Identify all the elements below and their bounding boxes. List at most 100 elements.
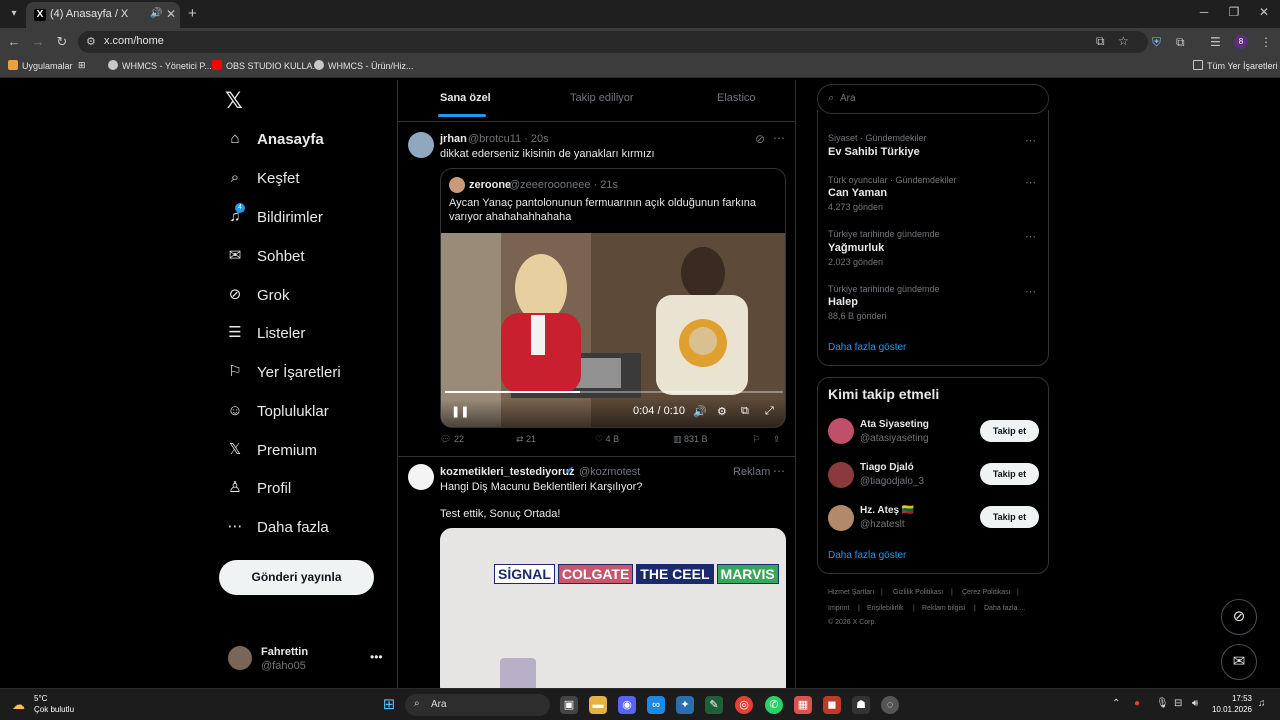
tab-following[interactable]: Takip ediliyor (570, 92, 634, 104)
minimize-icon[interactable]: ─ (1196, 5, 1212, 19)
taskbar-search[interactable]: ⌕ Ara (405, 694, 550, 716)
pause-icon[interactable]: ❚❚ (451, 405, 469, 418)
windows-start-icon[interactable]: ⊞ (380, 696, 398, 714)
follow-button[interactable]: Takip et (980, 463, 1039, 485)
nav-item-lists[interactable]: ☰ Listeler (226, 321, 305, 345)
footer-link[interactable]: Hizmet Şartları (828, 589, 874, 596)
avatar[interactable] (828, 505, 854, 531)
app-icon[interactable]: ☗ (852, 696, 870, 714)
profile-avatar[interactable]: 8 (1234, 35, 1248, 49)
video-player[interactable]: ❚❚ 0:04 / 0:10 🔊 ⚙ ⧉ ⤢ (441, 233, 785, 427)
nav-item-bookmarks[interactable]: ⚐ Yer İşaretleri (226, 360, 340, 384)
account-menu-icon[interactable]: ••• (370, 650, 383, 664)
whatsapp-icon[interactable]: ✆ (765, 696, 783, 714)
avatar[interactable] (408, 464, 434, 490)
chevron-up-icon[interactable]: ⌃ (1112, 698, 1120, 709)
who-show-more-link[interactable]: Daha fazla göster (828, 550, 906, 561)
tab-for-you[interactable]: Sana özel (440, 92, 491, 104)
more-options-icon[interactable]: ⋯ (1025, 134, 1036, 147)
close-tab-icon[interactable]: ✕ (166, 7, 176, 21)
app-icon[interactable]: ✦ (676, 696, 694, 714)
more-options-icon[interactable]: ⋯ (1025, 285, 1036, 298)
ad-image[interactable]: SİGNAL COLGATE THE CEEL MARVIS (440, 528, 786, 688)
volume-icon[interactable]: 🔊 (693, 405, 707, 418)
site-info-icon[interactable]: ⚙ (86, 35, 96, 48)
fullscreen-icon[interactable]: ⤢ (765, 405, 774, 418)
nav-item-premium[interactable]: 𝕏 Premium (226, 438, 317, 462)
like-button[interactable]: ♡ 4 B (595, 434, 619, 445)
grok-icon[interactable]: ⊘ (755, 132, 765, 146)
tab-search-icon[interactable]: ▾ (6, 6, 22, 22)
task-view-icon[interactable]: ▣ (560, 696, 578, 714)
app-icon[interactable]: ◼ (823, 696, 841, 714)
weather-cloud-icon[interactable]: ☁ (12, 697, 25, 713)
all-bookmarks[interactable]: Tüm Yer İşaretleri (1193, 60, 1278, 71)
bookmark-obs[interactable]: OBS STUDIO KULLA... (212, 60, 320, 71)
app-icon[interactable]: ∞ (647, 696, 665, 714)
reply-button[interactable]: 💬︎ 22 (440, 434, 464, 445)
tab-elastico[interactable]: Elastico (717, 92, 756, 104)
bookmark-apps[interactable]: Uygulamalar (8, 60, 73, 71)
extensions-icon[interactable]: ⧉ (1176, 35, 1185, 50)
footer-link[interactable]: Imprint (828, 605, 849, 612)
browser-tab[interactable]: X (4) Anasayfa / X 🔊 ✕ (26, 2, 180, 28)
pip-icon[interactable]: ⧉ (741, 405, 749, 418)
footer-link[interactable]: Erişilebilirlik (867, 605, 904, 612)
quote-author-handle[interactable]: @zeeeroooneee · 21s (509, 179, 618, 191)
bookmark-whmcs-product[interactable]: WHMCS - Ürün/Hiz... (314, 60, 414, 71)
tweet-author-handle[interactable]: @brotcu11 · 20s (468, 133, 549, 145)
nav-item-explore[interactable]: ⌕ Keşfet (226, 166, 300, 190)
address-bar[interactable]: ⚙ x.com/home ⧉ ☆ (78, 31, 1148, 53)
nav-item-more[interactable]: ⋯ Daha fazla (226, 515, 329, 539)
avatar[interactable] (828, 418, 854, 444)
more-options-icon[interactable]: ⋯ (1025, 230, 1036, 243)
restore-icon[interactable]: ❐ (1226, 5, 1242, 19)
avatar[interactable] (828, 462, 854, 488)
shield-extension-icon[interactable]: ⛨ (1152, 35, 1161, 50)
app-icon[interactable]: ▦ (794, 696, 812, 714)
follow-button[interactable]: Takip et (980, 420, 1039, 442)
follow-button[interactable]: Takip et (980, 506, 1039, 528)
app-icon[interactable]: ✎ (705, 696, 723, 714)
star-icon[interactable]: ☆ (1118, 34, 1129, 48)
forward-icon[interactable]: → (30, 34, 46, 49)
bookmark-icon[interactable]: ⚐ (752, 434, 760, 445)
tweet-author-handle[interactable]: @kozmotest (579, 466, 640, 478)
more-options-icon[interactable]: ⋯ (1025, 176, 1036, 189)
grid-icon[interactable]: ⊞ (78, 60, 86, 71)
tweet-author-name[interactable]: jrhan (440, 133, 467, 145)
messages-floating-button[interactable]: ✉ (1221, 644, 1257, 680)
new-tab-icon[interactable]: + (188, 5, 197, 22)
avatar[interactable] (449, 177, 465, 193)
volume-icon[interactable]: 🔊︎ (1192, 698, 1198, 709)
quoted-tweet[interactable]: zeroone @zeeeroooneee · 21s Aycan Yanaç … (440, 168, 786, 428)
trends-show-more-link[interactable]: Daha fazla göster (828, 342, 906, 353)
nav-item-chat[interactable]: ✉ Sohbet (226, 244, 305, 268)
footer-link[interactable]: Daha fazla ... (984, 605, 1025, 612)
chrome-icon[interactable]: ◎ (735, 696, 753, 714)
network-icon[interactable]: ⊟ (1174, 698, 1182, 709)
steam-icon[interactable]: ◌ (881, 696, 899, 714)
discord-icon[interactable]: ◉ (618, 696, 636, 714)
more-options-icon[interactable]: ⋯ (773, 464, 785, 478)
notification-icon[interactable]: ♫ (1258, 698, 1266, 709)
grok-floating-button[interactable]: ⊘ (1221, 599, 1257, 635)
tweet-author-name[interactable]: kozmetikleri_testediyoruz (440, 466, 575, 478)
browser-menu-icon[interactable]: ⋮ (1260, 35, 1272, 49)
avatar[interactable] (228, 646, 252, 670)
bookmark-whmcs-admin[interactable]: WHMCS - Yönetici P... (108, 60, 212, 71)
speaker-icon[interactable]: 🔊 (150, 8, 162, 19)
install-app-icon[interactable]: ⧉ (1096, 34, 1105, 49)
video-progress-track[interactable] (445, 391, 783, 393)
avatar[interactable] (408, 132, 434, 158)
nav-item-communities[interactable]: ☺ Topluluklar (226, 399, 328, 423)
repost-button[interactable]: ⇄ 21 (516, 434, 536, 445)
footer-link[interactable]: Reklam bilgisi (922, 605, 965, 612)
quote-author-name[interactable]: zeroone (469, 179, 511, 191)
nav-item-home[interactable]: ⌂ Anasayfa (226, 127, 323, 151)
footer-link[interactable]: Gizlilik Politikası (893, 589, 943, 596)
media-control-icon[interactable]: ☰ (1210, 35, 1221, 49)
settings-icon[interactable]: ⚙ (717, 405, 727, 418)
reload-icon[interactable]: ↻ (54, 34, 70, 50)
nav-item-profile[interactable]: ♙ Profil (226, 476, 291, 500)
